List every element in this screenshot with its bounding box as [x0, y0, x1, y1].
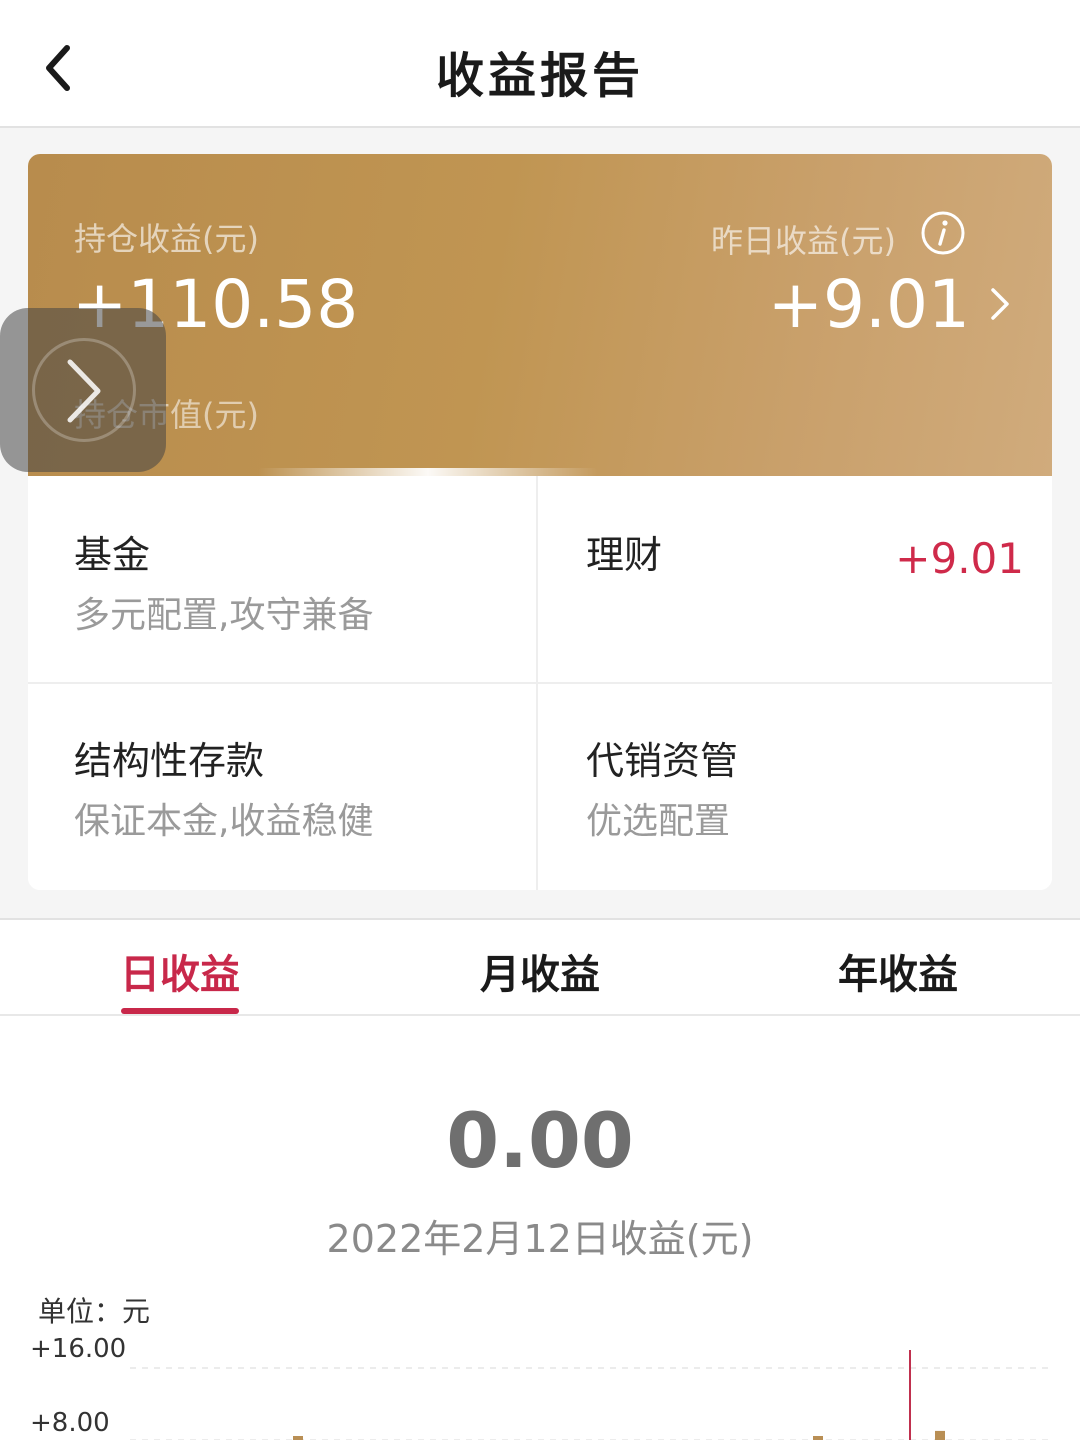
chart-bar[interactable]	[935, 1430, 945, 1440]
yesterday-earnings-label: 昨日收益(元)	[711, 222, 896, 260]
holding-earnings-label: 持仓收益(元)	[74, 220, 259, 258]
category-earnings-value: +9.01	[895, 534, 1024, 583]
earnings-tabs: 日收益 月收益 年收益	[0, 918, 1080, 1016]
banner-glow	[258, 468, 598, 476]
selected-earnings-date: 2022年2月12日收益(元)	[326, 1217, 754, 1261]
nav-bar: 收益报告	[0, 0, 1080, 128]
category-subtitle: 优选配置	[586, 801, 731, 842]
selected-earnings-value: 0.00	[446, 1096, 634, 1185]
chart-unit-label: 单位：元	[38, 1295, 151, 1328]
chevron-right-icon	[67, 359, 101, 423]
page-title: 收益报告	[435, 48, 644, 104]
floating-assist-button[interactable]	[0, 308, 166, 472]
earnings-card: 持仓收益(元) +110.58 持仓市值(元) 昨日收益(元) +9.01 基金…	[28, 154, 1052, 890]
daily-earnings-panel: 0.00 2022年2月12日收益(元) 单位：元 +16.00 +8.00	[0, 1016, 1080, 1440]
summary-banner: 持仓收益(元) +110.58 持仓市值(元) 昨日收益(元) +9.01	[28, 154, 1052, 476]
daily-earnings-chart[interactable]	[0, 1336, 1080, 1440]
chevron-right-icon[interactable]	[988, 284, 1012, 324]
category-fund[interactable]: 基金 多元配置,攻守兼备	[28, 476, 536, 682]
category-asset-management[interactable]: 代销资管 优选配置	[538, 684, 1052, 890]
yesterday-earnings-value[interactable]: +9.01	[768, 266, 970, 343]
info-icon[interactable]	[920, 210, 966, 256]
tab-monthly[interactable]: 月收益	[440, 942, 640, 1000]
category-title: 理财	[586, 533, 663, 577]
active-tab-indicator	[121, 1008, 239, 1014]
category-title: 代销资管	[586, 739, 739, 783]
grid-divider	[28, 682, 1052, 684]
category-title: 结构性存款	[74, 739, 265, 783]
category-wealth[interactable]: 理财 +9.01	[538, 476, 1052, 682]
category-subtitle: 多元配置,攻守兼备	[74, 595, 374, 636]
tab-yearly[interactable]: 年收益	[798, 942, 998, 1000]
category-subtitle: 保证本金,收益稳健	[74, 801, 374, 842]
category-structured-deposit[interactable]: 结构性存款 保证本金,收益稳健	[28, 684, 536, 890]
chart-bar[interactable]	[813, 1436, 823, 1440]
category-title: 基金	[74, 533, 151, 577]
chart-bar[interactable]	[293, 1436, 303, 1440]
tab-daily[interactable]: 日收益	[80, 942, 280, 1000]
